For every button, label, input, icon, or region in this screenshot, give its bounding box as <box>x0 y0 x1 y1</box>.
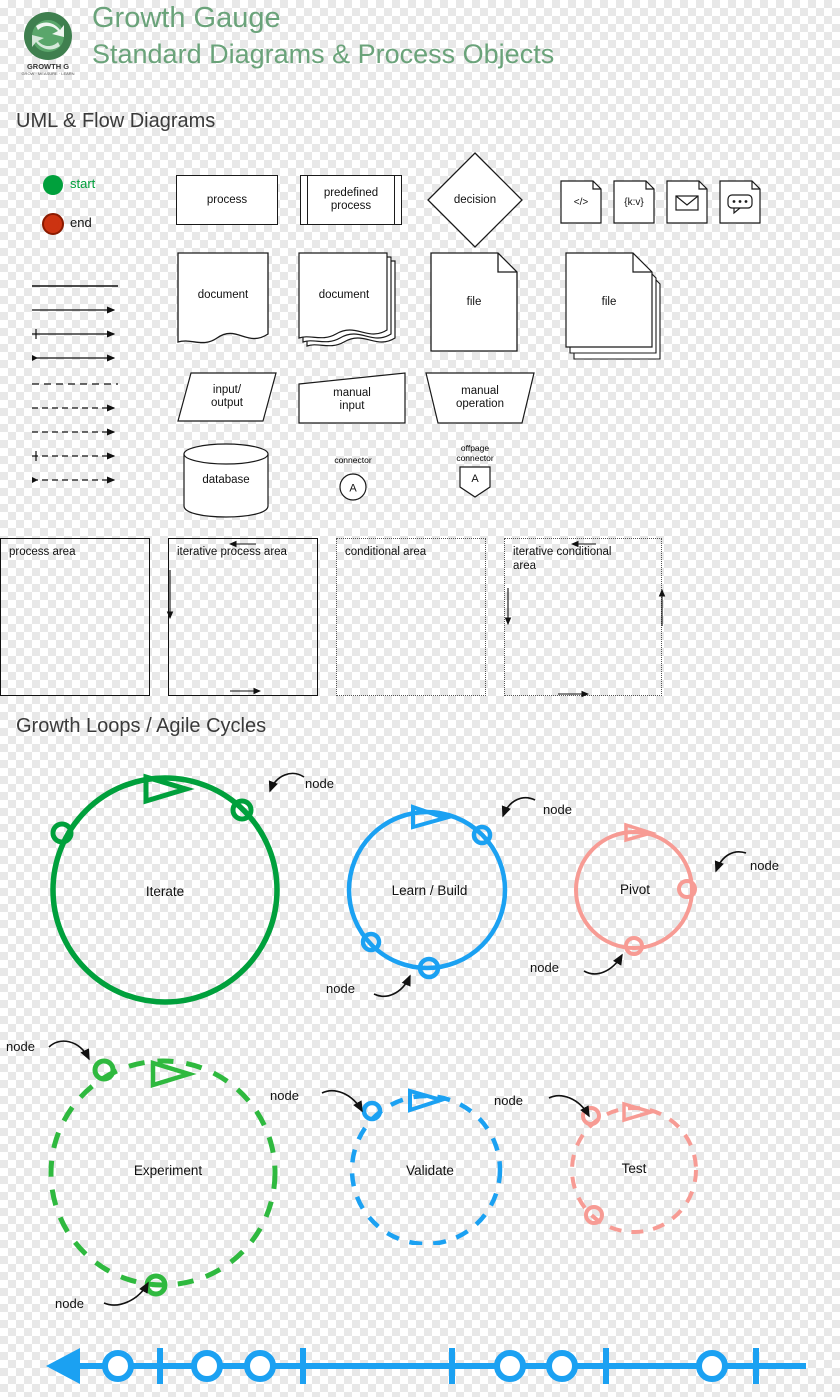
multi-document-shape: document <box>298 252 398 352</box>
end-terminator <box>40 211 66 242</box>
pivot-cycle-label: Pivot <box>619 882 650 897</box>
growth-gauge-logo: GROWTH G GROW · MEASURE · LEARN <box>14 6 84 76</box>
iterative-conditional-area-arrows <box>504 540 666 698</box>
connector-shape-label: connector <box>334 455 372 465</box>
experiment-cycle-label: Experiment <box>133 1163 203 1178</box>
test-node-label: node <box>494 1093 523 1108</box>
experiment-node-pointer-bottom <box>103 1281 149 1306</box>
iterate-node-pointer <box>268 772 305 793</box>
title-line-2: Standard Diagrams & Process Objects <box>92 39 555 69</box>
offpage-connector-shape-label: offpage connector <box>456 443 494 463</box>
process-area: process area <box>0 538 150 696</box>
multi-file-shape: file <box>565 252 665 360</box>
experiment-node-pointer-left <box>48 1040 90 1061</box>
data-shape: {k:v} <box>613 180 655 224</box>
test-node-pointer <box>548 1094 590 1118</box>
pivot-node-pointer-bottom <box>583 953 623 975</box>
manual-operation-shape: manual operation <box>425 372 535 424</box>
svg-text:GROW · MEASURE · LEARN: GROW · MEASURE · LEARN <box>21 71 74 76</box>
learn-build-cycle-label: Learn / Build <box>391 883 468 898</box>
pivot-node-pointer-top <box>714 851 747 873</box>
svg-text:GROWTH G: GROWTH G <box>27 62 69 71</box>
database-shape: database <box>182 442 270 518</box>
process-area-label: process area <box>9 546 76 558</box>
learn-build-node-pointer-bottom <box>373 974 411 998</box>
process-shape-label: process <box>206 193 248 206</box>
iterate-node-label: node <box>305 776 334 791</box>
test-cycle-label: Test <box>621 1161 647 1176</box>
process-shape: process <box>176 175 278 225</box>
multi-file-shape-label: file <box>601 295 617 308</box>
comment-shape <box>719 180 761 224</box>
database-shape-label: database <box>202 473 250 486</box>
title-line-1: Growth Gauge <box>92 2 281 34</box>
manual-operation-shape-label: manual operation <box>456 385 504 410</box>
file-shape-label: file <box>466 295 482 308</box>
input-output-shape-label: input/ output <box>211 384 243 409</box>
section-heading-uml: UML & Flow Diagrams <box>16 110 216 132</box>
multi-document-shape-label: document <box>318 288 370 301</box>
page-title: Growth Gauge Standard Diagrams & Process… <box>92 0 712 72</box>
document-shape-label: document <box>197 288 249 301</box>
validate-node-label: node <box>270 1088 299 1103</box>
data-shape-label: {k:v} <box>624 196 644 208</box>
svg-text:A: A <box>471 473 479 485</box>
decision-shape: decision <box>425 150 525 250</box>
decision-shape-label: decision <box>453 193 497 206</box>
learn-build-node-label-bottom: node <box>326 981 355 996</box>
code-shape: </> <box>560 180 602 224</box>
iterate-cycle-label: Iterate <box>145 884 185 899</box>
learn-build-node-pointer-top <box>501 796 536 818</box>
start-terminator <box>40 172 66 203</box>
connector-shape: connector A <box>320 455 386 503</box>
manual-input-shape-label: manual input <box>333 387 371 412</box>
predefined-process-shape: predefined process <box>300 175 402 225</box>
connector-style-samples <box>30 280 122 515</box>
iterative-process-area-arrows <box>166 540 262 695</box>
input-output-shape: input/ output <box>177 372 277 422</box>
offpage-connector-shape: offpage connector A <box>440 443 510 505</box>
section-heading-loops: Growth Loops / Agile Cycles <box>16 715 267 737</box>
experiment-node-label-left: node <box>6 1039 35 1054</box>
mail-shape <box>666 180 708 224</box>
manual-input-shape: manual input <box>298 372 406 424</box>
svg-text:A: A <box>349 483 357 495</box>
file-shape: file <box>430 252 518 352</box>
end-terminator-label: end <box>70 215 92 230</box>
validate-node-pointer <box>321 1089 363 1113</box>
start-terminator-label: start <box>70 176 96 191</box>
validate-cycle-label: Validate <box>406 1163 454 1178</box>
experiment-node-label-bottom: node <box>55 1296 84 1311</box>
timeline-bar <box>40 1340 810 1397</box>
predefined-process-shape-label: predefined process <box>323 187 379 212</box>
conditional-area-label: conditional area <box>345 546 427 558</box>
learn-build-node-label-top: node <box>543 802 572 817</box>
document-shape: document <box>177 252 269 348</box>
pivot-node-label-bottom: node <box>530 960 559 975</box>
pivot-node-label-top: node <box>750 858 779 873</box>
code-shape-label: </> <box>573 196 589 208</box>
conditional-area: conditional area <box>336 538 486 696</box>
